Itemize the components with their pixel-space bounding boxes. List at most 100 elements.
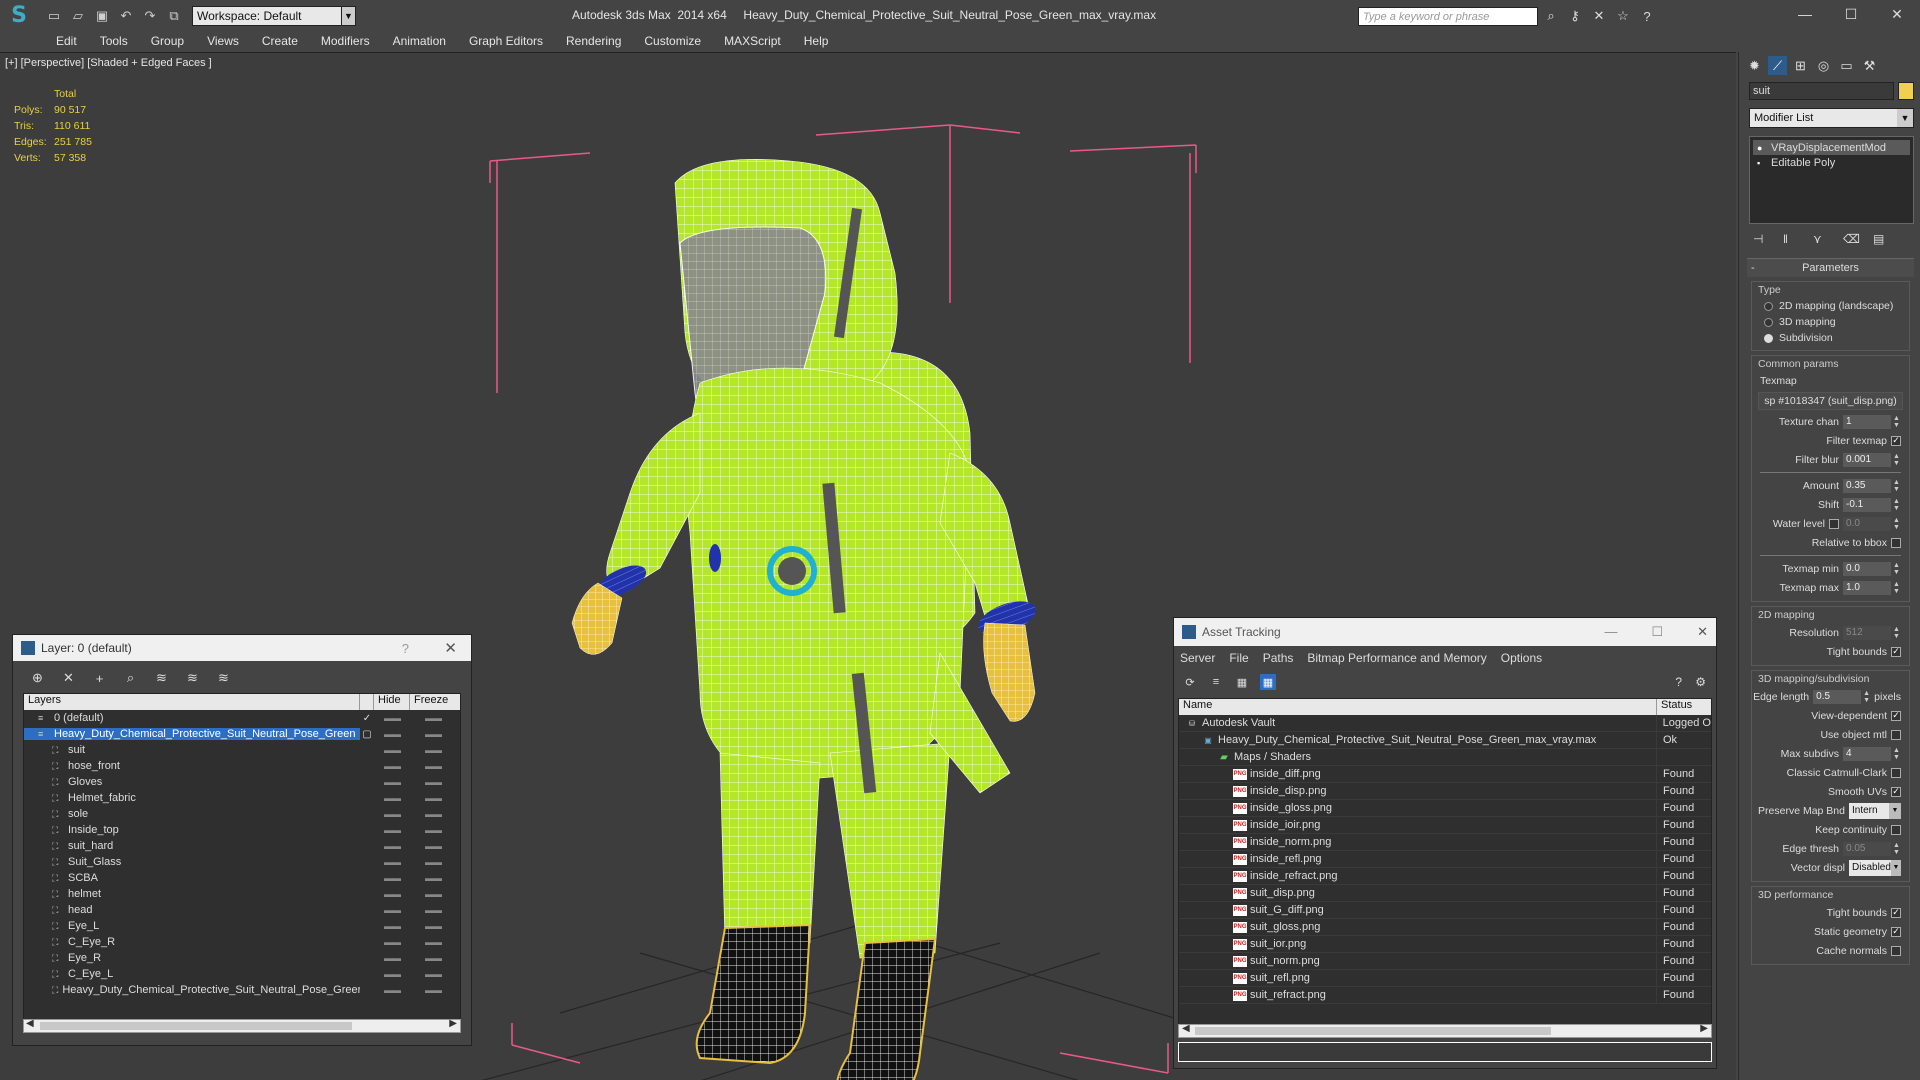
layer-row[interactable]: ⛶ Eye_L ▬▬ ▬▬ bbox=[24, 918, 460, 934]
help-icon[interactable]: ? bbox=[1675, 675, 1682, 689]
freeze-toggle[interactable]: ▬▬ bbox=[410, 809, 456, 819]
asset-name-cell[interactable]: ▣ Heavy_Duty_Chemical_Protective_Suit_Neu… bbox=[1179, 731, 1657, 749]
asset-name-cell[interactable]: PNG inside_refl.png bbox=[1179, 850, 1657, 868]
workspace-dropdown[interactable]: Workspace: Default bbox=[192, 5, 342, 26]
radio-3d-mapping[interactable]: 3D mapping bbox=[1752, 314, 1909, 330]
close-icon[interactable]: ✕ bbox=[444, 639, 457, 657]
asset-row[interactable]: PNG inside_ioir.png Found bbox=[1179, 816, 1711, 834]
current-layer-check[interactable]: ✓ bbox=[360, 713, 374, 724]
asset-row[interactable]: PNG suit_G_diff.png Found bbox=[1179, 901, 1711, 919]
layer-row[interactable]: ⛶ suit ▬▬ ▬▬ bbox=[24, 742, 460, 758]
modify-tab-icon[interactable]: ⟋ bbox=[1768, 56, 1787, 75]
asset-name-cell[interactable]: PNG inside_diff.png bbox=[1179, 765, 1657, 783]
spinner-arrows-icon[interactable]: ▲ ▼ bbox=[1893, 517, 1901, 531]
layer-row[interactable]: ⛶ C_Eye_R ▬▬ ▬▬ bbox=[24, 934, 460, 950]
param-spinner-field[interactable]: 512 bbox=[1843, 625, 1891, 640]
thumbnail-view-icon[interactable]: ▦ bbox=[1234, 674, 1250, 690]
asset-name-cell[interactable]: PNG suit_ior.png bbox=[1179, 935, 1657, 953]
spinner-arrows-icon[interactable]: ▲ ▼ bbox=[1893, 562, 1901, 576]
binoculars-icon[interactable]: ⌕ bbox=[1542, 7, 1560, 25]
asset-row[interactable]: ⛁ Autodesk Vault Logged O bbox=[1179, 714, 1711, 732]
table-view-icon[interactable]: ▦ bbox=[1260, 674, 1276, 690]
menu-bitmap-performance[interactable]: Bitmap Performance and Memory bbox=[1307, 651, 1486, 665]
asset-name-cell[interactable]: PNG suit_refract.png bbox=[1179, 986, 1657, 1004]
radio-2d-mapping[interactable]: 2D mapping (landscape) bbox=[1752, 298, 1909, 314]
search-input[interactable]: Type a keyword or phrase bbox=[1358, 7, 1538, 26]
scroll-thumb[interactable] bbox=[1195, 1027, 1551, 1035]
freeze-toggle[interactable]: ▬▬ bbox=[410, 985, 456, 995]
layer-name-cell[interactable]: ⛶ head bbox=[24, 904, 360, 916]
hide-toggle[interactable]: ▬▬ bbox=[374, 729, 410, 739]
spinner-arrows-icon[interactable]: ▲ ▼ bbox=[1893, 498, 1901, 512]
freeze-all-icon[interactable]: ≋ bbox=[215, 670, 232, 686]
scroll-left-icon[interactable]: ◀ bbox=[1182, 1023, 1190, 1034]
freeze-toggle[interactable]: ▬▬ bbox=[410, 713, 456, 723]
asset-path-field[interactable] bbox=[1178, 1042, 1712, 1062]
configure-sets-icon[interactable]: ▤ bbox=[1873, 232, 1889, 250]
param-spinner-field[interactable]: 4 bbox=[1843, 746, 1891, 761]
spinner-arrows-icon[interactable]: ▲ ▼ bbox=[1893, 842, 1901, 856]
spinner-arrows-icon[interactable]: ▲ ▼ bbox=[1893, 626, 1901, 640]
scroll-left-icon[interactable]: ◀ bbox=[26, 1018, 34, 1029]
menu-options[interactable]: Options bbox=[1501, 651, 1542, 665]
param-spinner-field[interactable]: 0.05 bbox=[1843, 841, 1891, 856]
hide-toggle[interactable]: ▬▬ bbox=[374, 857, 410, 867]
asset-row[interactable]: PNG suit_ior.png Found bbox=[1179, 935, 1711, 953]
layer-name-cell[interactable]: ≡ 0 (default) bbox=[24, 712, 360, 724]
maximize-icon[interactable]: ☐ bbox=[1651, 624, 1663, 640]
maximize-icon[interactable]: ☐ bbox=[1828, 0, 1874, 28]
checkbox[interactable] bbox=[1891, 537, 1901, 548]
column-layers[interactable]: Layers bbox=[24, 694, 360, 710]
utilities-tab-icon[interactable]: ⚒ bbox=[1860, 56, 1879, 75]
param-dropdown[interactable]: Intern ▼ bbox=[1849, 802, 1901, 819]
column-hide[interactable]: Hide bbox=[374, 694, 410, 710]
help-icon[interactable]: ? bbox=[1638, 7, 1656, 25]
asset-row[interactable]: PNG inside_gloss.png Found bbox=[1179, 799, 1711, 817]
checkbox[interactable] bbox=[1829, 518, 1839, 529]
checkbox[interactable] bbox=[1891, 945, 1901, 956]
freeze-toggle[interactable]: ▬▬ bbox=[410, 841, 456, 851]
list-view-icon[interactable]: ≡ bbox=[1208, 674, 1224, 690]
checkbox[interactable] bbox=[1891, 824, 1901, 835]
layer-name-cell[interactable]: ⛶ suit bbox=[24, 744, 360, 756]
asset-name-cell[interactable]: ▰ Maps / Shaders bbox=[1179, 748, 1657, 766]
freeze-toggle[interactable]: ▬▬ bbox=[410, 825, 456, 835]
layer-row[interactable]: ⛶ Suit_Glass ▬▬ ▬▬ bbox=[24, 854, 460, 870]
asset-name-cell[interactable]: PNG inside_disp.png bbox=[1179, 782, 1657, 800]
viewport-label[interactable]: [+] [Perspective] [Shaded + Edged Faces … bbox=[5, 57, 212, 69]
asset-row[interactable]: PNG inside_norm.png Found bbox=[1179, 833, 1711, 851]
help-icon[interactable]: ? bbox=[402, 641, 409, 656]
spinner-arrows-icon[interactable]: ▲ ▼ bbox=[1893, 581, 1901, 595]
asset-row[interactable]: ▰ Maps / Shaders bbox=[1179, 748, 1711, 766]
asset-row[interactable]: PNG suit_refract.png Found bbox=[1179, 986, 1711, 1004]
checkbox[interactable]: ✓ bbox=[1891, 435, 1901, 446]
layer-row[interactable]: ⛶ Inside_top ▬▬ ▬▬ bbox=[24, 822, 460, 838]
asset-name-cell[interactable]: PNG suit_gloss.png bbox=[1179, 918, 1657, 936]
stack-item-editable-poly[interactable]: ▪ Editable Poly bbox=[1753, 155, 1910, 170]
close-icon[interactable]: ✕ bbox=[1697, 624, 1708, 640]
hide-toggle[interactable]: ▬▬ bbox=[374, 761, 410, 771]
star-icon[interactable]: ☆ bbox=[1614, 7, 1632, 25]
layer-row[interactable]: ⛶ hose_front ▬▬ ▬▬ bbox=[24, 758, 460, 774]
add-to-layer-icon[interactable]: + bbox=[91, 671, 108, 686]
new-file-icon[interactable]: ▭ bbox=[44, 6, 64, 26]
refresh-icon[interactable]: ⟳ bbox=[1182, 674, 1198, 690]
spinner-arrows-icon[interactable]: ▲ ▼ bbox=[1893, 453, 1901, 467]
rollout-header[interactable]: - Parameters bbox=[1747, 259, 1914, 277]
hide-toggle[interactable]: ▬▬ bbox=[374, 777, 410, 787]
hide-toggle[interactable]: ▬▬ bbox=[374, 921, 410, 931]
close-icon[interactable]: ✕ bbox=[1874, 0, 1920, 28]
checkbox[interactable]: ✓ bbox=[1891, 710, 1901, 721]
texmap-button[interactable]: sp #1018347 (suit_disp.png) bbox=[1758, 392, 1903, 410]
object-name-input[interactable]: suit bbox=[1749, 82, 1895, 100]
freeze-toggle[interactable]: ▬▬ bbox=[410, 761, 456, 771]
hide-toggle[interactable]: ▬▬ bbox=[374, 873, 410, 883]
layer-name-cell[interactable]: ⛶ Suit_Glass bbox=[24, 856, 360, 868]
asset-row[interactable]: PNG suit_gloss.png Found bbox=[1179, 918, 1711, 936]
layer-row[interactable]: ⛶ Heavy_Duty_Chemical_Protective_Suit_Neu… bbox=[24, 982, 460, 998]
layer-window-titlebar[interactable]: Layer: 0 (default) ? ✕ bbox=[13, 635, 471, 661]
menu-paths[interactable]: Paths bbox=[1263, 651, 1294, 665]
layer-name-cell[interactable]: ⛶ C_Eye_R bbox=[24, 936, 360, 948]
menu-edit[interactable]: Edit bbox=[56, 34, 77, 48]
hide-toggle[interactable]: ▬▬ bbox=[374, 825, 410, 835]
